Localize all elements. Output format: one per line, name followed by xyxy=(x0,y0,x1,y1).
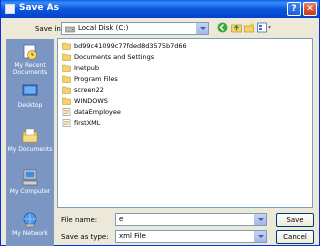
folder-icon xyxy=(62,75,71,83)
my-documents-icon xyxy=(22,128,38,143)
folder-icon xyxy=(62,42,71,50)
file-name: WINDOWS xyxy=(74,97,108,105)
place-label: My Documents xyxy=(7,146,53,153)
views-icon[interactable] xyxy=(257,22,272,33)
up-folder-icon[interactable] xyxy=(231,22,242,33)
dialog-icon xyxy=(5,4,15,14)
title-bar[interactable]: Save As ? ✕ xyxy=(1,0,319,18)
cancel-button[interactable]: Cancel xyxy=(276,230,314,244)
file-name: bd99c41099c77fded8d3575b7d66 xyxy=(74,42,187,50)
save-in-label: Save in: xyxy=(35,25,64,33)
file-name: screen22 xyxy=(74,86,104,94)
file-name-field[interactable]: e xyxy=(115,213,267,226)
place-my-documents[interactable]: My Documents xyxy=(6,125,54,165)
file-name: Inetpub xyxy=(74,64,99,72)
folder-icon xyxy=(62,53,71,61)
my-computer-icon xyxy=(22,169,38,186)
save-in-value: Local Disk (C:) xyxy=(78,24,129,32)
help-button[interactable]: ? xyxy=(287,2,301,16)
place-my-computer[interactable]: My Computer xyxy=(6,167,54,207)
xml-file-icon xyxy=(62,108,71,116)
folder-icon xyxy=(62,97,71,105)
save-as-type-dropdown[interactable]: xml File xyxy=(115,230,267,243)
chevron-down-icon[interactable] xyxy=(254,231,266,242)
save-as-type-label: Save as type: xyxy=(61,233,109,241)
folder-icon xyxy=(62,64,71,72)
file-list[interactable]: bd99c41099c77fded8d3575b7d66 Documents a… xyxy=(57,38,313,208)
save-as-type-value: xml File xyxy=(119,232,146,240)
file-name: Program Files xyxy=(74,75,118,83)
back-icon[interactable] xyxy=(217,22,228,33)
place-label: My Network xyxy=(12,230,48,237)
place-label: My Recent Documents xyxy=(12,62,48,76)
place-my-network[interactable]: My Network xyxy=(6,209,54,249)
save-button[interactable]: Save xyxy=(276,213,314,227)
chevron-down-icon[interactable] xyxy=(254,214,266,225)
save-as-dialog: Save As ? ✕ Save in: Local Disk (C:) My … xyxy=(0,0,320,246)
file-name-value: e xyxy=(119,215,124,223)
file-name: firstXML xyxy=(74,119,101,127)
dialog-title: Save As xyxy=(19,3,59,13)
file-name: Documents and Settings xyxy=(74,53,155,61)
file-name: dataEmployee xyxy=(74,108,121,116)
places-bar: My Recent Documents Desktop My Documents xyxy=(6,39,54,246)
my-network-icon xyxy=(23,212,37,228)
folder-icon xyxy=(62,86,71,94)
recent-documents-icon xyxy=(23,44,37,60)
save-in-dropdown[interactable]: Local Disk (C:) xyxy=(61,22,209,35)
local-disk-icon xyxy=(65,26,75,33)
place-label: My Computer xyxy=(9,188,51,195)
place-my-recent-documents[interactable]: My Recent Documents xyxy=(6,41,54,81)
close-button[interactable]: ✕ xyxy=(303,2,317,16)
desktop-icon xyxy=(22,84,38,98)
xml-file-icon xyxy=(62,119,71,127)
new-folder-icon[interactable] xyxy=(244,22,255,33)
place-label: Desktop xyxy=(17,102,43,109)
chevron-down-icon[interactable] xyxy=(196,23,208,34)
place-desktop[interactable]: Desktop xyxy=(6,81,54,121)
file-name-label: File name: xyxy=(61,216,98,224)
